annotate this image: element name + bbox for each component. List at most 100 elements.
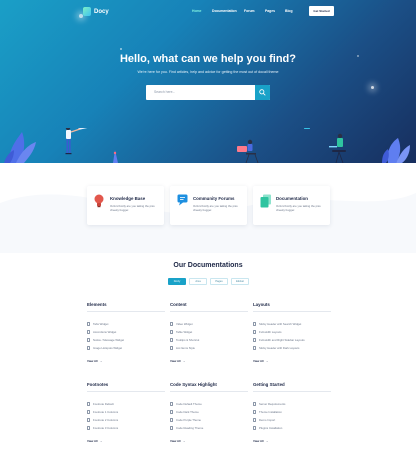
document-icon (170, 338, 173, 342)
list-item[interactable]: Image Hotspots Widget (87, 346, 122, 350)
arrow-right-icon: → (99, 359, 103, 363)
list-item[interactable]: Footnote 2 Columns (87, 418, 118, 422)
list-item[interactable]: Video Widget (170, 322, 193, 326)
doc-section-code-syntax: Code Syntax Highlight Code Default Theme… (170, 382, 248, 448)
tab-pages[interactable]: Pages (210, 278, 228, 285)
list-item[interactable]: Footnote 3 Columns (87, 426, 118, 430)
list-item[interactable]: Accordions Widget (87, 330, 116, 334)
tab-eticket[interactable]: Eticket (231, 278, 249, 285)
list-item[interactable]: Tabs Widget (87, 322, 108, 326)
divider (170, 391, 248, 392)
list-item[interactable]: Tooltips & Shortcut (170, 338, 199, 342)
list-item-label: Theme Installation (259, 410, 282, 414)
document-icon (253, 426, 256, 430)
tab-ama[interactable]: Ama (189, 278, 207, 285)
list-item[interactable]: Theme Installation (253, 410, 282, 414)
nav-item-pages[interactable]: Pages (265, 9, 275, 13)
card-title: Documentation (276, 196, 308, 201)
list-item-label: Demo Import (259, 418, 276, 422)
view-all-label: View All (170, 359, 181, 363)
view-all-link[interactable]: View All → (87, 439, 102, 443)
nav-item-home[interactable]: Home (192, 9, 201, 13)
view-all-link[interactable]: View All → (87, 359, 102, 363)
document-icon (253, 338, 256, 342)
doc-section-footnotes: Footnotes Footnote Default Footnote 1 Co… (87, 382, 165, 448)
list-item[interactable]: Plugins Installation (253, 426, 282, 430)
document-icon (170, 346, 173, 350)
nav-item-blog[interactable]: Blog (285, 9, 293, 13)
hero-illustration (4, 128, 410, 163)
feature-card-community-forums[interactable]: Community Forums Oxford brolly are you t… (170, 186, 247, 225)
list-item[interactable]: Footnote Default (87, 402, 114, 406)
search-button[interactable] (255, 85, 270, 100)
view-all-link[interactable]: View All → (170, 359, 185, 363)
document-icon (170, 426, 173, 430)
view-all-link[interactable]: View All → (253, 359, 268, 363)
list-item[interactable]: Sticky Header with Dark Layouts (253, 346, 299, 350)
view-all-label: View All (87, 439, 98, 443)
view-all-link[interactable]: View All → (170, 439, 185, 443)
list-item-label: Footnote 2 Columns (93, 418, 119, 422)
list-item[interactable]: Code Purple Theme (170, 418, 201, 422)
arrow-right-icon: → (99, 439, 103, 443)
list-item-label: Sticky Header with Search Widget (259, 322, 302, 326)
document-icon (170, 402, 173, 406)
doc-section-layouts: Layouts Sticky Header with Search Widget… (253, 302, 331, 370)
list-item[interactable]: Demo Import (253, 418, 275, 422)
list-item-label: Full-width and Right Sidebar Layouts (259, 338, 305, 342)
card-description: Oxford brolly are you taking the piss ch… (276, 204, 321, 213)
document-icon (87, 402, 90, 406)
list-item-label: Image Hotspots Widget (93, 346, 123, 350)
hero-subtitle: We're here for you. Find articles, help … (137, 70, 279, 74)
arrow-right-icon: → (265, 439, 269, 443)
feature-card-documentation[interactable]: Documentation Oxford brolly are you taki… (253, 186, 330, 225)
list-item[interactable]: Code Reading Theme (170, 426, 203, 430)
list-item[interactable]: Code Dark Theme (170, 410, 199, 414)
get-started-button[interactable]: Get Started (309, 6, 334, 16)
list-item[interactable]: Full-width and Right Sidebar Layouts (253, 338, 305, 342)
document-icon (170, 330, 173, 334)
document-icon (87, 330, 90, 334)
list-item-label: Notice / Message Widget (93, 338, 125, 342)
list-item-label: Code Purple Theme (176, 418, 201, 422)
nav-item-forum[interactable]: Forum (244, 9, 255, 13)
list-item-label: Server Requirements (259, 402, 286, 406)
list-item[interactable]: Table Widget (170, 330, 192, 334)
list-item[interactable]: Notice / Message Widget (87, 338, 124, 342)
document-icon (253, 402, 256, 406)
doc-section-elements: Elements Tabs Widget Accordions Widget N… (87, 302, 165, 370)
search-input[interactable]: Search here... (154, 90, 175, 94)
view-all-label: View All (87, 359, 98, 363)
list-item[interactable]: Footnote 1 Columns (87, 410, 118, 414)
list-item[interactable]: Code Default Theme (170, 402, 202, 406)
list-item-label: Table Widget (176, 330, 193, 334)
arrow-right-icon: → (182, 359, 186, 363)
document-icon (87, 426, 90, 430)
nav-item-documentation[interactable]: Documentation (212, 9, 237, 13)
list-item[interactable]: Server Requirements (253, 402, 285, 406)
card-title: Community Forums (193, 196, 235, 201)
list-item[interactable]: List Items Style (170, 346, 195, 350)
top-navigation: Docy Home Documentation Forum Pages Blog… (0, 0, 416, 22)
list-item-label: Accordions Widget (93, 330, 117, 334)
tab-docly[interactable]: Docly (168, 278, 186, 285)
list-item-label: Footnote 1 Columns (93, 410, 119, 414)
list-item-label: Tabs Widget (93, 322, 109, 326)
document-icon (253, 418, 256, 422)
view-all-link[interactable]: View All → (253, 439, 268, 443)
feature-card-knowledge-base[interactable]: Knowledge Base Oxford brolly are you tak… (87, 186, 164, 225)
list-item[interactable]: Sticky Header with Search Widget (253, 322, 301, 326)
list-item-label: Code Default Theme (176, 402, 202, 406)
document-icon (253, 330, 256, 334)
brand-name: Docy (94, 8, 109, 15)
search-bar: Search here... (146, 85, 270, 100)
section-title: Getting Started (253, 382, 285, 387)
list-item[interactable]: Full-width Layouts (253, 330, 282, 334)
document-icon (170, 322, 173, 326)
logo-icon (83, 7, 91, 16)
divider (87, 311, 165, 312)
brand-logo[interactable]: Docy (83, 7, 109, 16)
chat-icon (177, 194, 188, 206)
docs-section-title: Our Documentations (173, 262, 243, 269)
list-item-label: Footnote Default (93, 402, 114, 406)
